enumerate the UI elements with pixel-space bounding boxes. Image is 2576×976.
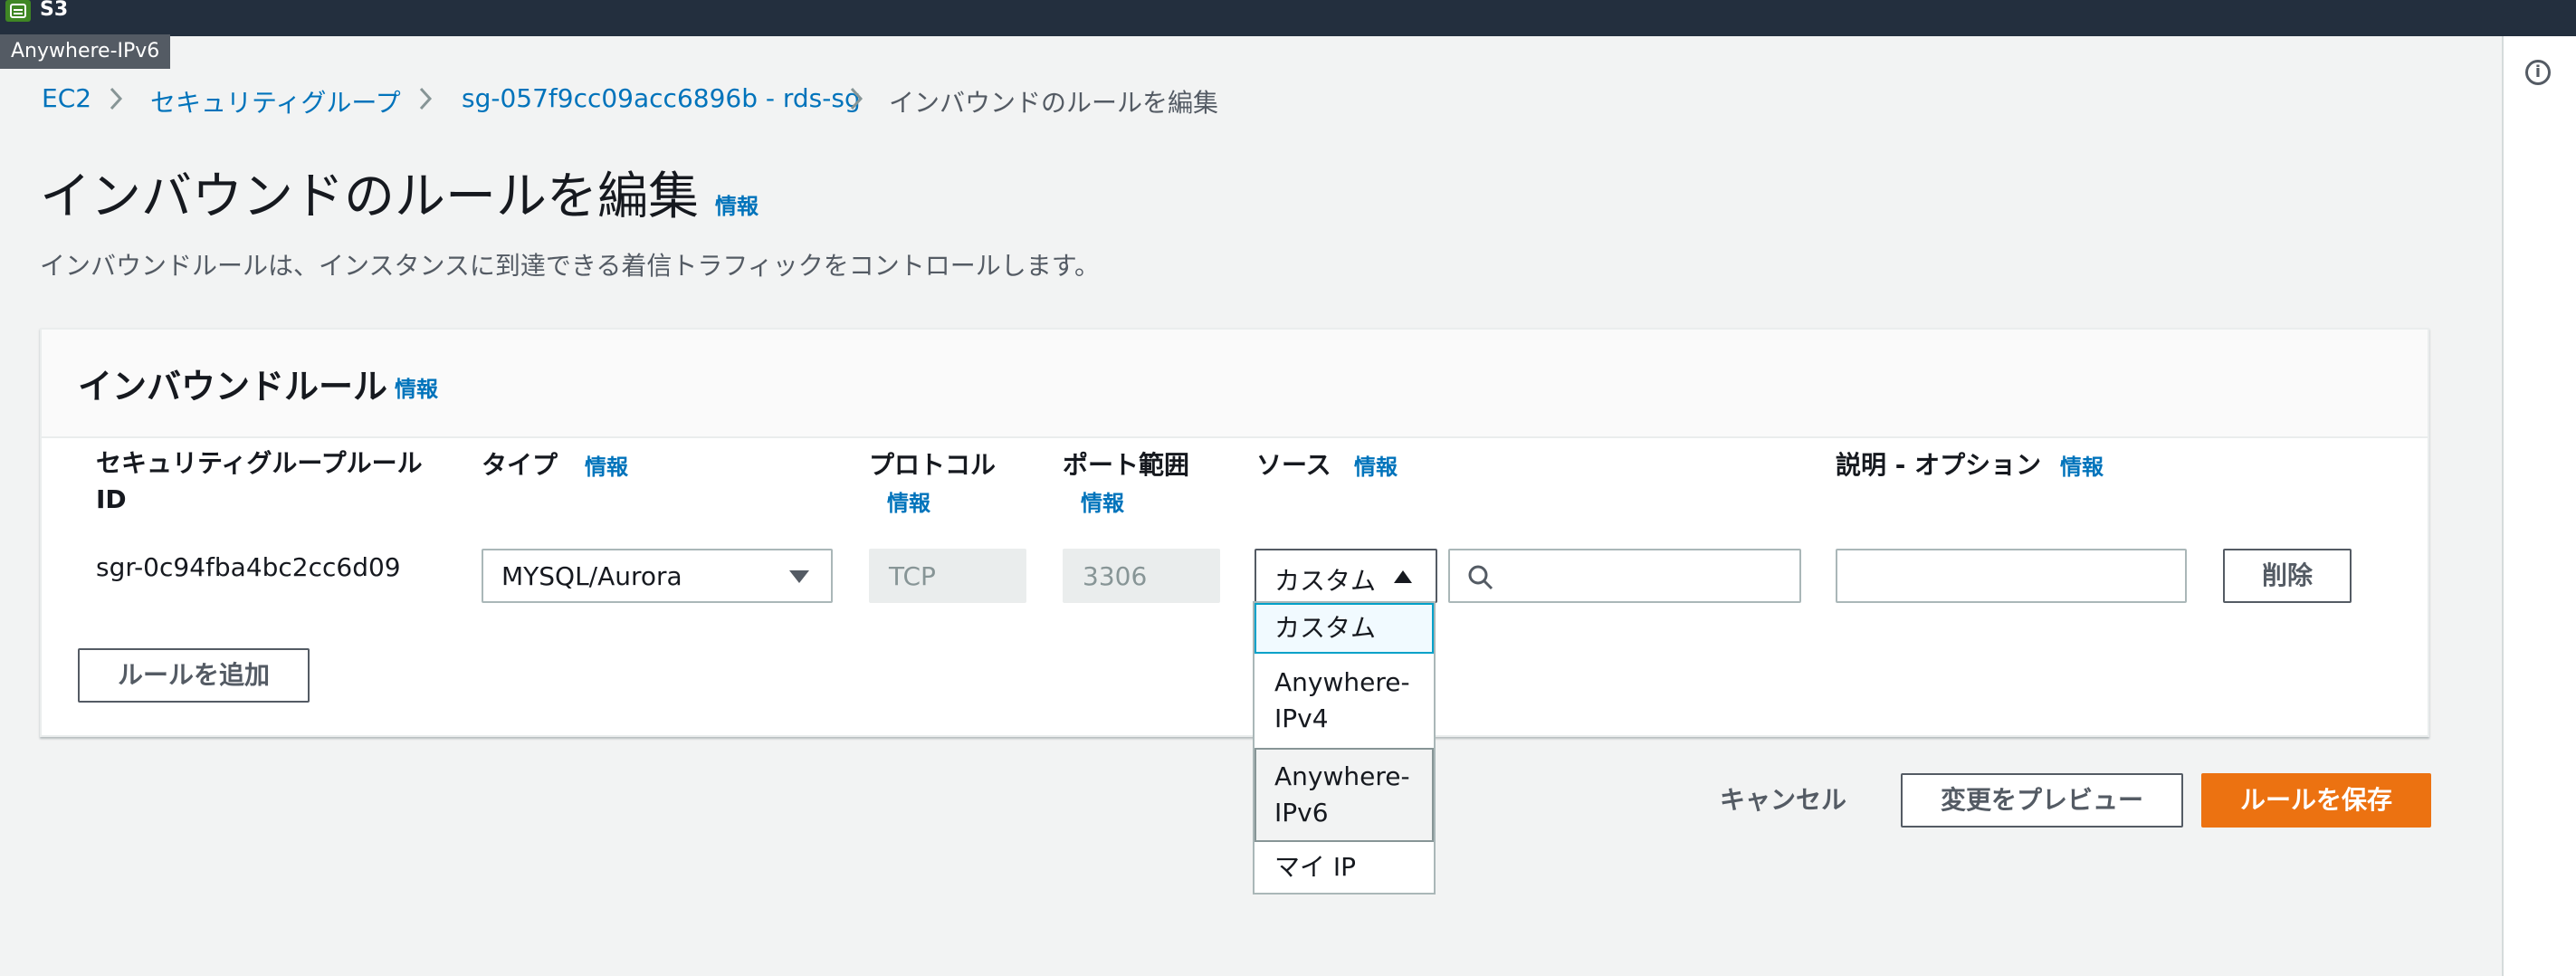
add-rule-button[interactable]: ルールを追加 [78,648,310,703]
page-title: インバウンドのルールを編集 [40,167,699,226]
caret-up-icon [1394,570,1412,583]
s3-shortcut-label[interactable]: S3 [40,0,68,21]
search-icon [1468,565,1493,590]
info-circle-icon[interactable]: i [2525,60,2551,85]
source-info-link[interactable]: 情報 [1354,449,1398,481]
source-option-anywhere-ipv6[interactable]: Anywhere-IPv6 [1255,748,1434,842]
breadcrumb-ec2[interactable]: EC2 [42,83,91,113]
source-option-custom[interactable]: カスタム [1255,603,1434,654]
chevron-right-icon [419,87,433,110]
source-option-anywhere-ipv4[interactable]: Anywhere-IPv4 [1255,654,1434,748]
panel-header: インバウンドルール 情報 [42,330,2428,438]
source-type-dropdown: カスタム Anywhere-IPv4 Anywhere-IPv6 マイ IP [1253,601,1436,895]
description-input[interactable] [1836,549,2187,603]
column-header-port-range: ポート範囲 [1063,450,1190,480]
top-navigation-bar: S3 [0,0,2576,36]
panel-info-link[interactable]: 情報 [395,371,438,403]
page-description: インバウンドルールは、インスタンスに到達できる着信トラフィックをコントロールしま… [40,251,1100,281]
s3-icon[interactable] [5,0,31,22]
chevron-right-icon [110,87,123,110]
tooltip: Anywhere-IPv6 [0,34,171,69]
column-header-rule-id: セキュリティグループルール ID [96,448,423,514]
help-panel-rail: i [2502,36,2576,976]
protocol-field: TCP [869,549,1026,603]
cancel-button[interactable]: キャンセル [1693,773,1874,828]
page-info-link[interactable]: 情報 [715,188,758,220]
caret-down-icon [789,570,809,583]
type-select[interactable]: MYSQL/Aurora [482,549,833,603]
protocol-value: TCP [889,561,936,591]
port-range-info-link[interactable]: 情報 [1081,485,1124,517]
panel-title: インバウンドルール [78,367,388,407]
delete-rule-button[interactable]: 削除 [2223,549,2352,603]
preview-changes-button[interactable]: 変更をプレビュー [1901,773,2183,828]
breadcrumb-security-groups[interactable]: セキュリティグループ [150,83,401,120]
source-search-input[interactable] [1448,549,1801,603]
source-option-my-ip[interactable]: マイ IP [1255,842,1434,893]
type-select-value: MYSQL/Aurora [501,561,682,591]
port-range-field: 3306 [1063,549,1220,603]
column-header-source: ソース [1256,450,1331,480]
column-header-type: タイプ [482,450,558,480]
column-header-protocol: プロトコル [869,450,997,480]
rule-id: sgr-0c94fba4bc2cc6d09 [96,552,401,582]
inbound-rules-panel: インバウンドルール 情報 セキュリティグループルール ID タイプ 情報 プロト… [40,328,2429,737]
description-info-link[interactable]: 情報 [2060,449,2104,481]
save-rules-button[interactable]: ルールを保存 [2201,773,2431,828]
chevron-right-icon [850,87,863,110]
protocol-info-link[interactable]: 情報 [887,485,930,517]
breadcrumb-security-group[interactable]: sg-057f9cc09acc6896b - rds-sg [462,83,861,113]
source-type-select[interactable]: カスタム [1255,549,1437,603]
type-info-link[interactable]: 情報 [585,449,628,481]
port-range-value: 3306 [1083,561,1148,591]
breadcrumb-current: インバウンドのルールを編集 [889,88,1219,118]
source-type-value: カスタム [1274,566,1377,596]
column-header-description: 説明 - オプション [1836,450,2042,480]
